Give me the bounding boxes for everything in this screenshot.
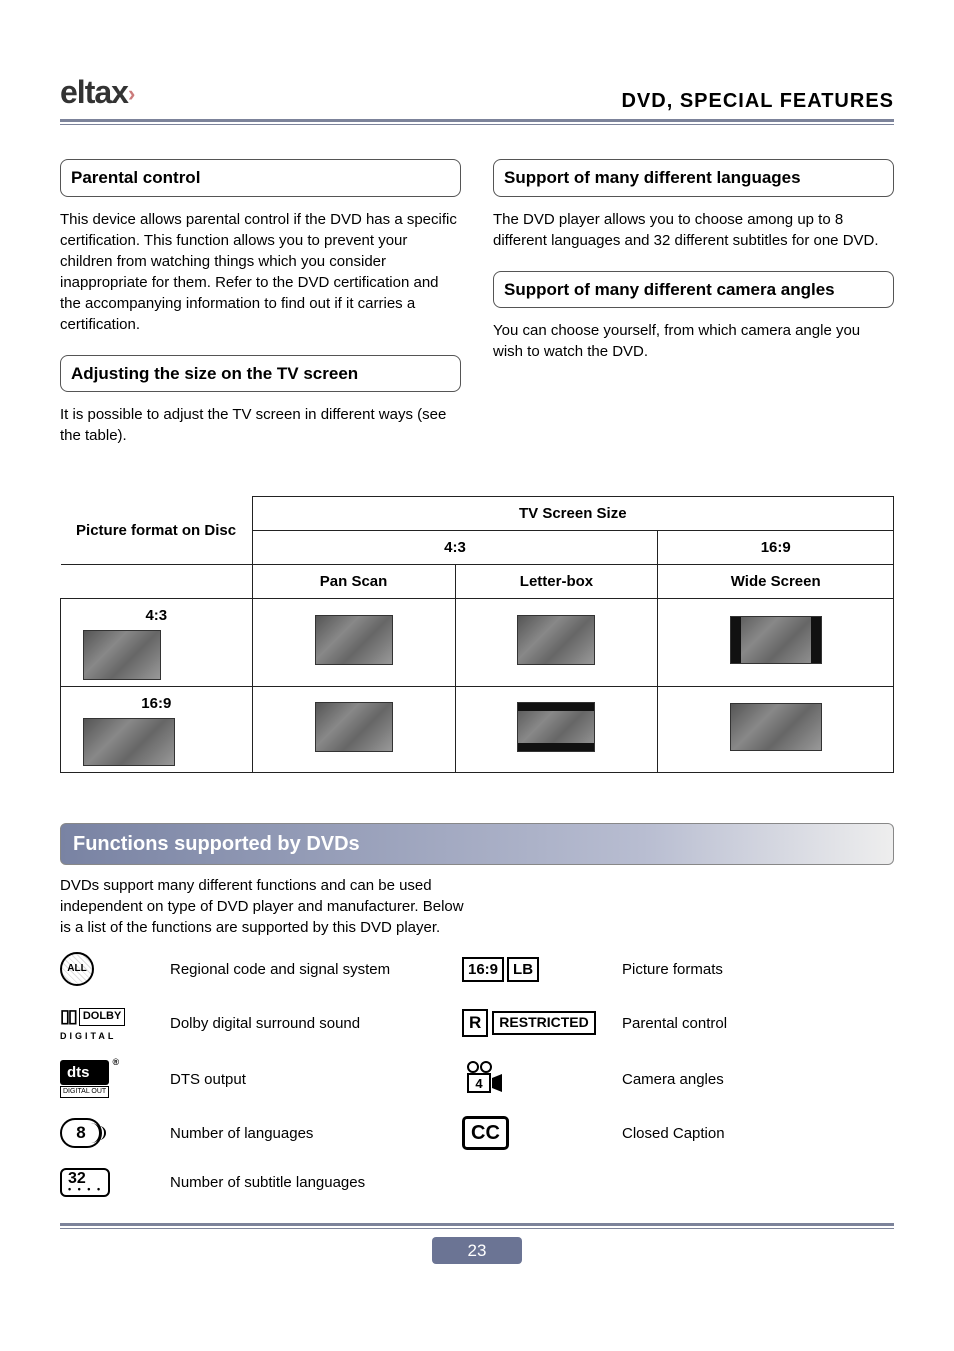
globe-icon: ALL <box>60 952 150 986</box>
cell-169-pan <box>252 687 455 773</box>
th-lb: Letter-box <box>455 565 658 599</box>
header-rule <box>60 119 894 125</box>
th-169: 16:9 <box>658 531 894 565</box>
th-ws: Wide Screen <box>658 565 894 599</box>
tv-screen-table: Picture format on Disc TV Screen Size 4:… <box>60 496 894 773</box>
cell-43-lb <box>455 599 658 687</box>
heading-languages: Support of many different languages <box>493 159 894 197</box>
cell-169-ws <box>658 687 894 773</box>
svg-text:4: 4 <box>475 1076 483 1091</box>
heading-parental: Parental control <box>60 159 461 197</box>
text-adjust: It is possible to adjust the TV screen i… <box>60 404 461 446</box>
cell-43-ws <box>658 599 894 687</box>
th-tv-size: TV Screen Size <box>252 497 893 531</box>
cell-169-lb <box>455 687 658 773</box>
page-title: DVD, SPECIAL FEATURES <box>621 87 894 115</box>
th-pan: Pan Scan <box>252 565 455 599</box>
functions-icon-grid: ALL Regional code and signal system 16:9… <box>60 952 894 1196</box>
th-picture-format: Picture format on Disc <box>61 497 253 565</box>
dolby-icon: ▯▯DOLBY DIGITAL <box>60 1004 150 1042</box>
label-dts: DTS output <box>170 1069 442 1090</box>
label-languages: Number of languages <box>170 1123 442 1144</box>
label-parental: Parental control <box>622 1013 894 1034</box>
section-functions-header: Functions supported by DVDs <box>60 823 894 865</box>
text-camera: You can choose yourself, from which came… <box>493 320 894 362</box>
restricted-icon: RRESTRICTED <box>462 1009 602 1037</box>
subtitles-icon: 32• • • • <box>60 1168 150 1196</box>
text-languages: The DVD player allows you to choose amon… <box>493 209 894 251</box>
label-regional: Regional code and signal system <box>170 959 442 980</box>
camera-angle-icon: 4 <box>462 1060 602 1098</box>
label-caption: Closed Caption <box>622 1123 894 1144</box>
text-parental: This device allows parental control if t… <box>60 209 461 335</box>
th-43: 4:3 <box>252 531 658 565</box>
page-number: 23 <box>432 1237 522 1265</box>
row-169: 16:9 <box>61 687 253 773</box>
label-formats: Picture formats <box>622 959 894 980</box>
label-dolby: Dolby digital surround sound <box>170 1013 442 1034</box>
languages-icon: 8 <box>60 1118 150 1148</box>
dts-icon: dts® DIGITAL OUT <box>60 1060 150 1098</box>
footer-rule <box>60 1223 894 1229</box>
section-functions-intro: DVDs support many different functions an… <box>60 875 477 938</box>
cc-icon: CC <box>462 1116 602 1150</box>
label-subtitles: Number of subtitle languages <box>170 1172 442 1193</box>
format-169-icon: 16:9LB <box>462 957 602 982</box>
row-43: 4:3 <box>61 599 253 687</box>
heading-adjust: Adjusting the size on the TV screen <box>60 355 461 393</box>
heading-camera: Support of many different camera angles <box>493 271 894 309</box>
brand-logo: eltax› <box>60 70 134 115</box>
cell-43-pan <box>252 599 455 687</box>
label-camera: Camera angles <box>622 1069 894 1090</box>
